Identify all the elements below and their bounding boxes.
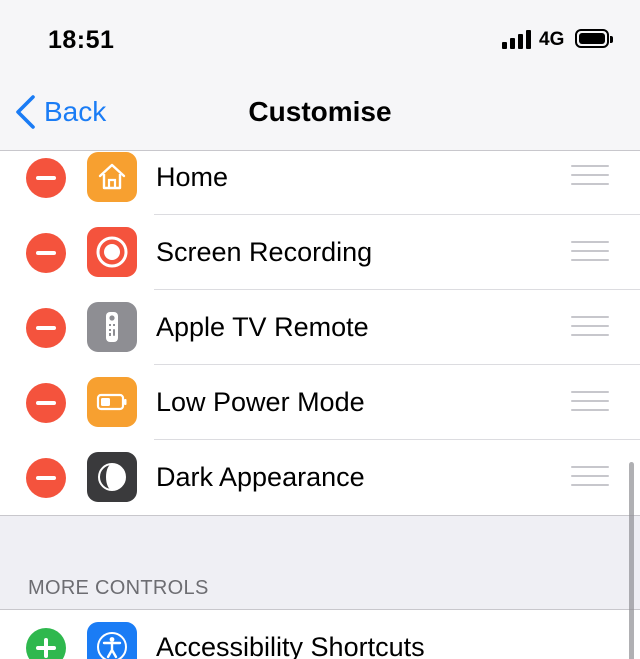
section-gap xyxy=(0,515,640,565)
screen-recording-icon xyxy=(87,227,137,277)
reorder-handle-icon[interactable] xyxy=(571,466,609,488)
scrollbar[interactable] xyxy=(629,462,634,659)
status-time: 18:51 xyxy=(48,26,115,54)
network-type: 4G xyxy=(539,29,565,50)
remove-button[interactable] xyxy=(26,383,66,423)
control-label: Low Power Mode xyxy=(156,387,365,417)
control-row-home: Home xyxy=(0,151,640,215)
reorder-handle-icon[interactable] xyxy=(571,316,609,338)
remove-button[interactable] xyxy=(26,458,66,498)
status-bar: 18:51 4G xyxy=(0,0,640,80)
control-label: Screen Recording xyxy=(156,237,373,267)
control-label: Apple TV Remote xyxy=(156,312,369,342)
tv-remote-icon xyxy=(87,302,137,352)
navigation-bar: Back Customise xyxy=(0,80,640,151)
accessibility-icon xyxy=(87,622,137,659)
control-row-screen-recording: Screen Recording xyxy=(0,215,640,290)
control-label: Dark Appearance xyxy=(156,462,365,492)
signal-bars-icon xyxy=(502,29,532,49)
remove-button[interactable] xyxy=(26,308,66,348)
control-row-low-power-mode: Low Power Mode xyxy=(0,365,640,440)
control-row-dark-appearance: Dark Appearance xyxy=(0,440,640,515)
battery-icon xyxy=(87,377,137,427)
section-header-more-controls: MORE CONTROLS xyxy=(0,565,640,610)
controls-list: Home Screen Recording Apple TV Remote Lo… xyxy=(0,151,640,659)
remove-button[interactable] xyxy=(26,158,66,198)
control-label: Home xyxy=(156,162,229,192)
reorder-handle-icon[interactable] xyxy=(571,391,609,413)
home-icon xyxy=(87,152,137,202)
control-label: Accessibility Shortcuts xyxy=(156,632,425,659)
add-button[interactable] xyxy=(26,628,66,659)
remove-button[interactable] xyxy=(26,233,66,273)
reorder-handle-icon[interactable] xyxy=(571,165,609,187)
dark-mode-icon xyxy=(87,452,137,502)
battery-icon xyxy=(575,29,613,48)
customise-controls-screen: 18:51 4G Back Customise Home Screen Reco… xyxy=(0,0,640,659)
reorder-handle-icon[interactable] xyxy=(571,241,609,263)
control-row-accessibility-shortcuts: Accessibility Shortcuts xyxy=(0,610,640,659)
page-title: Customise xyxy=(248,96,392,127)
control-row-apple-tv-remote: Apple TV Remote xyxy=(0,290,640,365)
